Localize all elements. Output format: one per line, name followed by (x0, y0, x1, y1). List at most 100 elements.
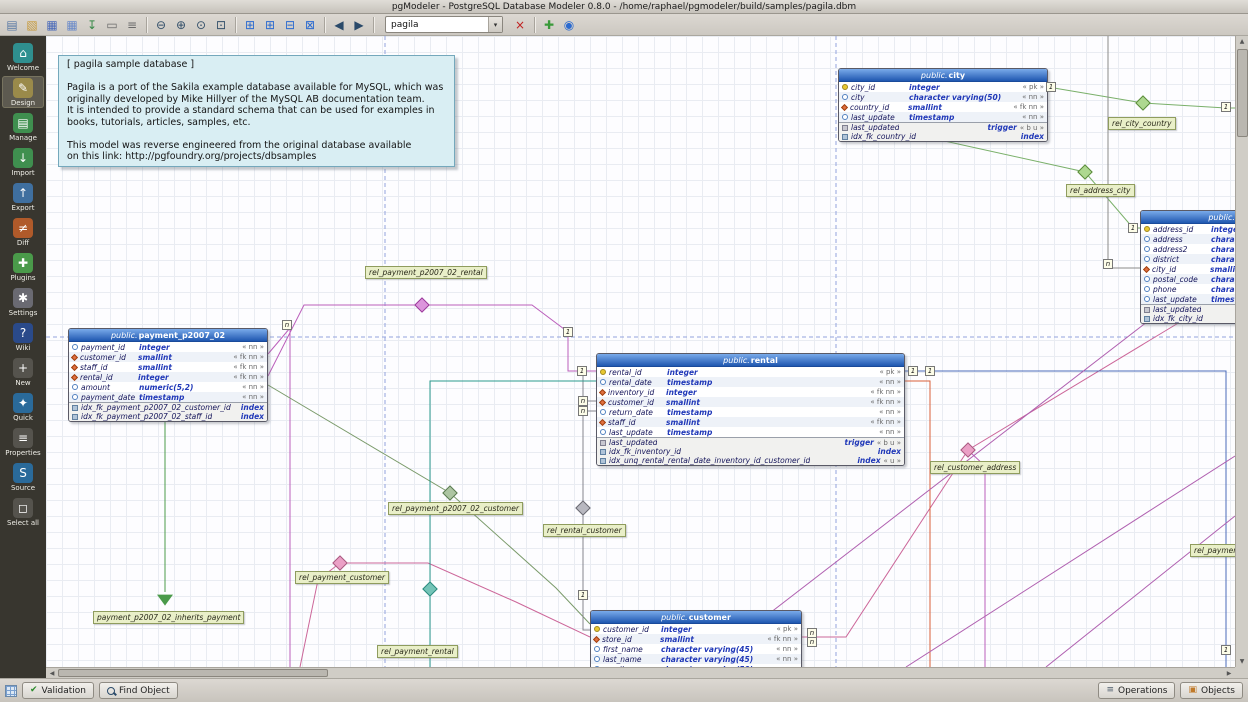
extended-row[interactable]: idx_fk_city_idindex (1141, 314, 1235, 323)
relationship-label[interactable]: rel_city_country (1108, 117, 1176, 130)
extended-row[interactable]: last_updatedtrigger« b u » (597, 438, 904, 447)
overview-icon[interactable]: ⊠ (301, 16, 319, 34)
page-delimiters-icon[interactable]: ⊟ (281, 16, 299, 34)
zoom-in-icon[interactable]: ⊕ (172, 16, 190, 34)
relationship-label[interactable]: payment_p2007_02_inherits_payment (93, 611, 244, 624)
sidebar-item-welcome[interactable]: ⌂Welcome (2, 41, 44, 73)
column-row[interactable]: last_updatetimestamp« nn » (1141, 294, 1235, 304)
sidebar-item-properties[interactable]: ≡Properties (2, 426, 44, 458)
new-model-icon[interactable]: ▤ (3, 16, 21, 34)
sidebar-item-new[interactable]: +New (2, 356, 44, 388)
column-row[interactable]: amountnumeric(5,2)« nn » (69, 382, 267, 392)
extended-row[interactable]: idx_fk_inventory_idindex (597, 447, 904, 456)
zoom-reset-icon[interactable]: ⊙ (192, 16, 210, 34)
inheritance-triangle-payment-p2007-02-inherits-payment[interactable] (157, 595, 173, 606)
column-row[interactable]: city_idsmallint« fk nn » (1141, 264, 1235, 274)
sidebar-item-quick[interactable]: ✦Quick (2, 391, 44, 423)
table-city[interactable]: public.citycity_idinteger« pk »citychara… (838, 68, 1048, 142)
table-rental[interactable]: public.rentalrental_idinteger« pk »renta… (596, 353, 905, 466)
validation-button[interactable]: ✔ Validation (22, 682, 94, 699)
previous-model-icon[interactable]: ◀ (330, 16, 348, 34)
column-row[interactable]: addresscharacter varying(50)« nn » (1141, 234, 1235, 244)
extended-row[interactable]: last_updatedtrigger (1141, 305, 1235, 314)
scroll-left-icon[interactable]: ◀ (46, 668, 58, 678)
find-object-button[interactable]: Find Object (99, 682, 178, 699)
note-box[interactable]: [ pagila sample database ] Pagila is a p… (58, 55, 455, 167)
fit-view-icon[interactable]: ⊡ (212, 16, 230, 34)
column-row[interactable]: address2character varying(50) (1141, 244, 1235, 254)
table-customer[interactable]: public.customercustomer_idinteger« pk »s… (590, 610, 802, 667)
extended-row[interactable]: last_updatedtrigger« b u » (839, 123, 1047, 132)
relationship-label[interactable]: rel_payment_rental (377, 645, 458, 658)
connection-diagonal-link-3[interactable] (1046, 516, 1235, 667)
connection-customer-address-link[interactable] (970, 452, 985, 667)
connection-rental-inventory-link[interactable] (905, 381, 930, 667)
connection-rental-link-right[interactable] (905, 371, 1226, 667)
extended-row[interactable]: idx_fk_payment_p2007_02_customer_idindex (69, 403, 267, 412)
relationship-label[interactable]: rel_payment_p2007_02_customer (388, 502, 523, 515)
horizontal-scrollbar[interactable]: ◀ ▶ (46, 667, 1235, 678)
canvas[interactable]: [ pagila sample database ] Pagila is a p… (46, 36, 1235, 667)
vertical-scrollbar[interactable]: ▲ ▼ (1235, 36, 1248, 667)
sidebar-item-export[interactable]: ↑Export (2, 181, 44, 213)
column-row[interactable]: store_idsmallint« fk nn » (591, 634, 801, 644)
relationship-label[interactable]: rel_address_city (1066, 184, 1135, 197)
relationship-label[interactable]: rel_payment (1190, 544, 1235, 557)
connection-address-link-up[interactable] (1108, 36, 1140, 268)
column-row[interactable]: phonecharacter varying(20)« nn » (1141, 284, 1235, 294)
fix-model-icon[interactable]: ✚ (540, 16, 558, 34)
connection-rel-payment-p2007-02-rental[interactable] (268, 305, 596, 376)
table-header[interactable]: public.address (1141, 211, 1235, 224)
save-as-icon[interactable]: ▦ (63, 16, 81, 34)
operations-button[interactable]: ≡ Operations (1098, 682, 1175, 699)
column-row[interactable]: first_namecharacter varying(45)« nn » (591, 644, 801, 654)
table-address[interactable]: public.addressaddress_idinteger« pk »add… (1140, 210, 1235, 324)
column-row[interactable]: last_updatetimestamp« nn » (597, 427, 904, 437)
sidebar-item-design[interactable]: ✎Design (2, 76, 44, 108)
next-model-icon[interactable]: ▶ (350, 16, 368, 34)
column-row[interactable]: postal_codecharacter varying(10) (1141, 274, 1235, 284)
sidebar-item-import[interactable]: ↓Import (2, 146, 44, 178)
sidebar-item-select-all[interactable]: ◻Select all (2, 496, 44, 528)
chevron-down-icon[interactable]: ▾ (488, 17, 502, 32)
objects-button[interactable]: ▣ Objects (1180, 682, 1243, 699)
sidebar-item-source[interactable]: SSource (2, 461, 44, 493)
column-row[interactable]: country_idsmallint« fk nn » (839, 102, 1047, 112)
table-header[interactable]: public.payment_p2007_02 (69, 329, 267, 342)
show-grid-icon[interactable]: ⊞ (241, 16, 259, 34)
sidebar-item-plugins[interactable]: ✚Plugins (2, 251, 44, 283)
column-row[interactable]: return_datetimestamp« nn » (597, 407, 904, 417)
sidebar-item-diff[interactable]: ≠Diff (2, 216, 44, 248)
scroll-down-icon[interactable]: ▼ (1236, 656, 1248, 667)
overview-icon[interactable] (5, 685, 17, 697)
column-row[interactable]: inventory_idinteger« fk nn » (597, 387, 904, 397)
snap-to-grid-icon[interactable]: ⊞ (261, 16, 279, 34)
extended-row[interactable]: idx_unq_rental_rental_date_inventory_id_… (597, 456, 904, 465)
relationship-label[interactable]: rel_payment_customer (295, 571, 389, 584)
sidebar-item-wiki[interactable]: ?Wiki (2, 321, 44, 353)
column-row[interactable]: customer_idinteger« pk » (591, 624, 801, 634)
relationship-label[interactable]: rel_rental_customer (543, 524, 626, 537)
table-payment_p2007_02[interactable]: public.payment_p2007_02payment_idinteger… (68, 328, 268, 422)
table-header[interactable]: public.customer (591, 611, 801, 624)
vertical-scrollbar-thumb[interactable] (1237, 49, 1248, 137)
column-row[interactable]: rental_idinteger« fk nn » (69, 372, 267, 382)
column-row[interactable]: address_idinteger« pk » (1141, 224, 1235, 234)
connection-payment-link-down[interactable] (268, 328, 290, 667)
table-header[interactable]: public.rental (597, 354, 904, 367)
horizontal-scrollbar-thumb[interactable] (58, 669, 328, 677)
column-row[interactable]: last_namecharacter varying(45)« nn » (591, 654, 801, 664)
column-row[interactable]: payment_datetimestamp« nn » (69, 392, 267, 402)
column-row[interactable]: customer_idsmallint« fk nn » (69, 352, 267, 362)
scroll-up-icon[interactable]: ▲ (1236, 36, 1248, 47)
close-model-icon[interactable]: × (511, 16, 529, 34)
sidebar-item-settings[interactable]: ✱Settings (2, 286, 44, 318)
support-wiki-icon[interactable]: ◉ (560, 16, 578, 34)
relationship-label[interactable]: rel_payment_p2007_02_rental (365, 266, 487, 279)
column-row[interactable]: payment_idinteger« nn » (69, 342, 267, 352)
recent-models-icon[interactable]: ≡ (123, 16, 141, 34)
column-row[interactable]: city_idinteger« pk » (839, 82, 1047, 92)
sidebar-item-manage[interactable]: ▤Manage (2, 111, 44, 143)
export-icon[interactable]: ↧ (83, 16, 101, 34)
column-row[interactable]: districtcharacter varying(20)« nn » (1141, 254, 1235, 264)
